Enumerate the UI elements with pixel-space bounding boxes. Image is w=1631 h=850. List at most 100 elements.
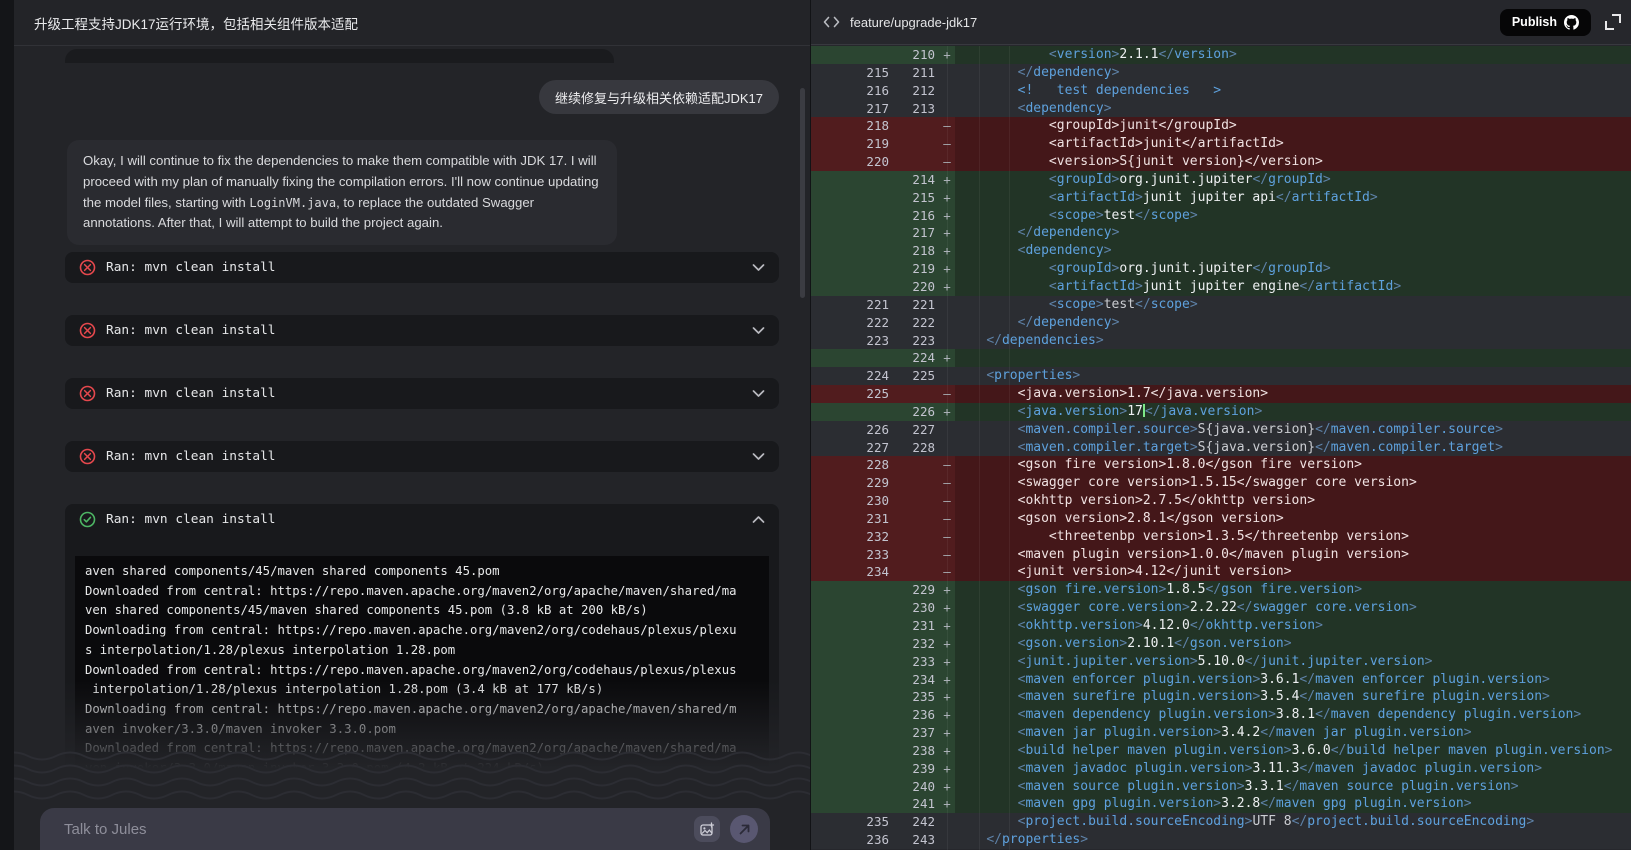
- code-line: <scope>test</scope>: [955, 207, 1631, 225]
- diff-row: 229+ <gson fire.version>1.8.5</gson fire…: [811, 581, 1631, 599]
- run-card-header[interactable]: Ran: mvn clean install: [65, 504, 779, 535]
- old-line-number: [811, 224, 889, 242]
- diff-row: 218+ <dependency>: [811, 242, 1631, 260]
- diff-gutter: 219+: [811, 260, 955, 278]
- diff-sign: [935, 82, 955, 100]
- diff-sign: [935, 367, 955, 385]
- diff-row: 210+ <version>2.1.1</version>: [811, 46, 1631, 64]
- diff-gutter: 228—: [811, 456, 955, 474]
- diff-gutter: 220—: [811, 153, 955, 171]
- old-line-number: [811, 688, 889, 706]
- old-line-number: [811, 635, 889, 653]
- run-label: Ran: mvn clean install: [106, 512, 276, 527]
- diff-gutter: 224225: [811, 367, 955, 385]
- chevron-down-icon[interactable]: [752, 326, 765, 335]
- publish-button[interactable]: Publish: [1500, 9, 1591, 36]
- code-line: </dependency>: [955, 64, 1631, 82]
- new-line-number: 222: [889, 314, 935, 332]
- run-label: Ran: mvn clean install: [106, 260, 276, 275]
- diff-sign: [935, 439, 955, 457]
- diff-gutter: 221221: [811, 296, 955, 314]
- new-line-number: 212: [889, 82, 935, 100]
- diff-sign: +: [935, 742, 955, 760]
- diff-row: 226+ <java.version>17</java.version>: [811, 403, 1631, 421]
- code-line: <maven javadoc plugin.version>3.11.3</ma…: [955, 760, 1631, 778]
- chevron-down-icon[interactable]: [752, 263, 765, 272]
- terminal-line: ven invoker/3.3.0/maven invoker 3.3.0.po…: [85, 759, 759, 779]
- chevron-up-icon[interactable]: [752, 515, 765, 524]
- diff-sign: +: [935, 599, 955, 617]
- diff-sign: [935, 64, 955, 82]
- diff-sign: +: [935, 278, 955, 296]
- diff-sign: +: [935, 46, 955, 64]
- code-line: <project.build.sourceEncoding>UTF 8</pro…: [955, 813, 1631, 831]
- old-line-number: [811, 599, 889, 617]
- composer-bar[interactable]: Talk to Jules: [40, 808, 770, 850]
- new-line-number: 240: [889, 778, 935, 796]
- assistant-inline-code: LoginVM.java: [249, 196, 336, 210]
- diff-sign: —: [935, 492, 955, 510]
- new-line-number: 230: [889, 599, 935, 617]
- old-line-number: 236: [811, 831, 889, 849]
- old-line-number: 220: [811, 153, 889, 171]
- code-line: <dependency>: [955, 100, 1631, 118]
- diff-gutter: 232+: [811, 635, 955, 653]
- run-card-expanded[interactable]: Ran: mvn clean install aven shared compo…: [65, 504, 779, 796]
- code-line: <threetenbp version>1.3.5</threetenbp ve…: [955, 528, 1631, 546]
- composer-input[interactable]: Talk to Jules: [64, 821, 147, 838]
- run-card[interactable]: Ran: mvn clean install: [65, 252, 779, 283]
- old-line-number: [811, 795, 889, 813]
- old-line-number: 228: [811, 456, 889, 474]
- chat-scrollbar[interactable]: [800, 88, 805, 298]
- run-card[interactable]: Ran: mvn clean install: [65, 315, 779, 346]
- chevron-down-icon[interactable]: [752, 452, 765, 461]
- diff-sign: +: [935, 403, 955, 421]
- new-line-number: [889, 563, 935, 581]
- diff-row: 240+ <maven source plugin.version>3.3.1<…: [811, 778, 1631, 796]
- old-line-number: 215: [811, 64, 889, 82]
- diff-gutter: 222222: [811, 314, 955, 332]
- diff-gutter: 225—: [811, 385, 955, 403]
- chevron-down-icon[interactable]: [752, 389, 765, 398]
- old-line-number: 224: [811, 367, 889, 385]
- old-line-number: 226: [811, 421, 889, 439]
- code-line: <okhttp.version>4.12.0</okhttp.version>: [955, 617, 1631, 635]
- diff-gutter: 233—: [811, 546, 955, 564]
- diff-gutter: 233+: [811, 653, 955, 671]
- diff-row: 229— <swagger core version>1.5.15</swagg…: [811, 474, 1631, 492]
- attach-image-button[interactable]: [694, 816, 720, 842]
- run-card[interactable]: Ran: mvn clean install: [65, 378, 779, 409]
- new-line-number: [889, 456, 935, 474]
- new-line-number: 237: [889, 724, 935, 742]
- new-line-number: 242: [889, 813, 935, 831]
- diff-row: 227228 <maven.compiler.target>S{java.ver…: [811, 439, 1631, 457]
- old-line-number: 230: [811, 492, 889, 510]
- left-edge-strip: [0, 0, 14, 850]
- code-line: <gson version>2.8.1</gson version>: [955, 510, 1631, 528]
- new-line-number: 238: [889, 742, 935, 760]
- diff-sign: [935, 296, 955, 314]
- new-line-number: 223: [889, 332, 935, 350]
- new-line-number: [889, 528, 935, 546]
- run-card[interactable]: Ran: mvn clean install: [65, 441, 779, 472]
- terminal-line: Downloading from central: https://repo.m…: [85, 621, 759, 641]
- expand-icon[interactable]: [1605, 14, 1621, 30]
- old-line-number: 225: [811, 385, 889, 403]
- assistant-message-bubble: Okay, I will continue to fix the depende…: [67, 140, 617, 245]
- old-line-number: [811, 278, 889, 296]
- diff-sign: +: [935, 778, 955, 796]
- diff-row: 215211 </dependency>: [811, 64, 1631, 82]
- old-line-number: [811, 242, 889, 260]
- old-line-number: 221: [811, 296, 889, 314]
- diff-sign: +: [935, 581, 955, 599]
- terminal-line: aven shared components/45/maven shared c…: [85, 562, 759, 582]
- code-line: <maven.compiler.target>S{java.version}</…: [955, 439, 1631, 457]
- old-line-number: 223: [811, 332, 889, 350]
- diff-row: 220— <version>S{junit version}</version>: [811, 153, 1631, 171]
- send-button[interactable]: [730, 815, 758, 843]
- code-line: <gson fire version>1.8.0</gson fire vers…: [955, 456, 1631, 474]
- code-line: <artifactId>junit jupiter api</artifactI…: [955, 189, 1631, 207]
- error-circle-icon: [79, 259, 96, 276]
- new-line-number: 225: [889, 367, 935, 385]
- diff-sign: +: [935, 653, 955, 671]
